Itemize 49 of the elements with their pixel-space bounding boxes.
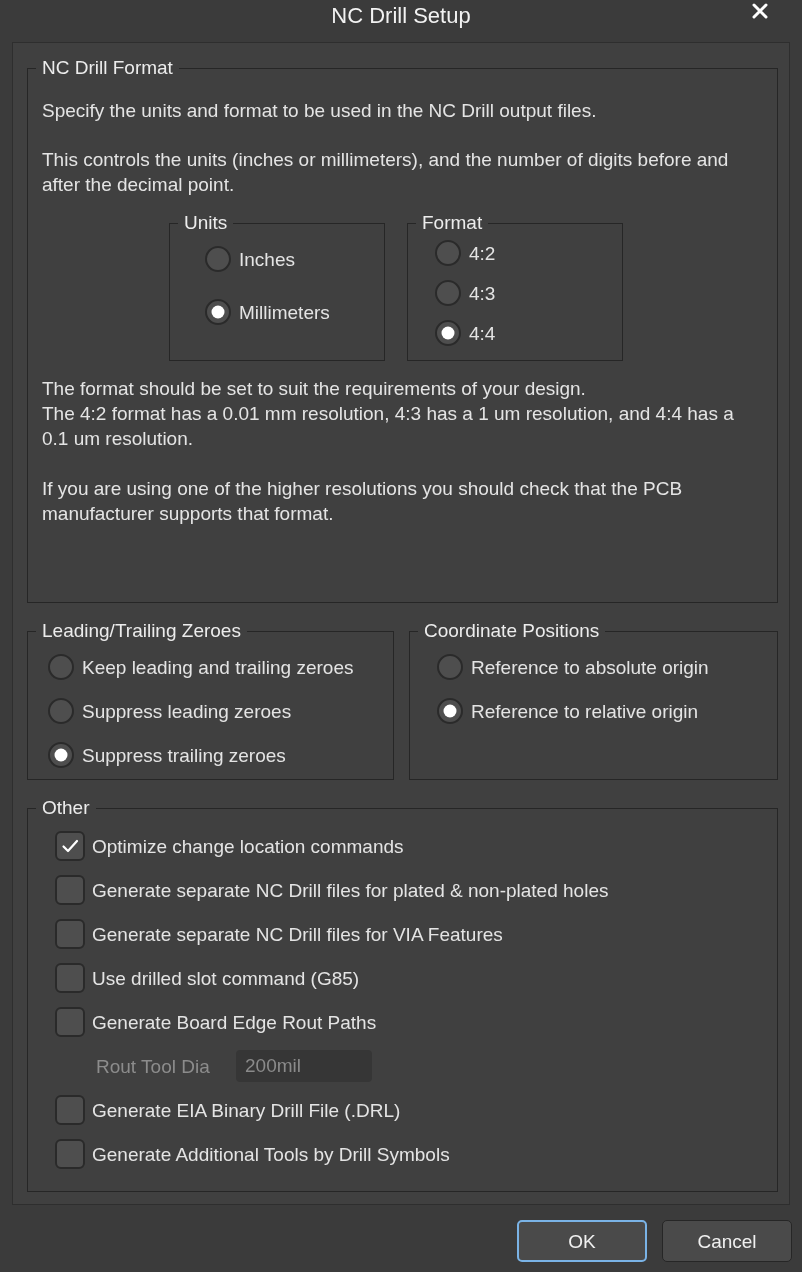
radio-button[interactable] xyxy=(48,654,74,680)
checkbox-label[interactable]: Generate separate NC Drill files for VIA Features xyxy=(92,921,503,947)
description-text: Specify the units and format to be used in the NC Drill output files. xyxy=(42,99,598,123)
group-title: Other xyxy=(41,797,91,819)
checkbox[interactable] xyxy=(55,963,85,993)
checkbox[interactable] xyxy=(55,1139,85,1169)
window-title: NC Drill Setup xyxy=(331,2,471,30)
radio-label[interactable]: Reference to absolute origin xyxy=(471,654,709,680)
radio-label[interactable]: 4:4 xyxy=(469,320,496,346)
checkbox[interactable] xyxy=(55,1007,85,1037)
radio-button[interactable] xyxy=(435,240,461,266)
group-title: Format xyxy=(421,212,484,234)
checkbox-label[interactable]: Use drilled slot command (G85) xyxy=(92,965,360,991)
checkbox-label[interactable]: Generate Additional Tools by Drill Symbols xyxy=(92,1141,450,1167)
radio-label[interactable]: Suppress trailing zeroes xyxy=(82,742,286,768)
checkbox-label[interactable]: Generate EIA Binary Drill File (.DRL) xyxy=(92,1097,401,1123)
close-icon[interactable] xyxy=(752,3,768,19)
description-text: This controls the units (inches or millimeters), and the number of digits before and after the decimal point. xyxy=(42,148,730,197)
radio-label[interactable]: Keep leading and trailing zeroes xyxy=(82,654,354,680)
field-label: Rout Tool Dia xyxy=(96,1054,211,1079)
radio-label[interactable]: Suppress leading zeroes xyxy=(82,698,292,724)
radio-button[interactable] xyxy=(435,320,461,346)
radio-label[interactable]: 4:3 xyxy=(469,280,496,306)
group-title: Leading/Trailing Zeroes xyxy=(41,620,242,642)
description-text: If you are using one of the higher resolutions you should check that the PCB manufacturer supports that format. xyxy=(42,477,684,526)
checkbox-label[interactable]: Optimize change location commands xyxy=(92,833,404,859)
ok-button[interactable]: OK xyxy=(517,1220,647,1262)
radio-button[interactable] xyxy=(205,299,231,325)
checkbox-label[interactable]: Generate separate NC Drill files for plated & non-plated holes xyxy=(92,877,609,903)
checkbox[interactable] xyxy=(55,1095,85,1125)
checkbox[interactable] xyxy=(55,831,85,861)
radio-button[interactable] xyxy=(437,698,463,724)
radio-button[interactable] xyxy=(48,698,74,724)
group-title: NC Drill Format xyxy=(41,57,174,79)
description-text: The format should be set to suit the requirements of your design. The 4:2 format has a 0.01 mm resolution, 4:3 has a 1 um resolution, and 4:4 has a 0.1 um resolution. xyxy=(42,377,735,451)
radio-button[interactable] xyxy=(437,654,463,680)
checkbox[interactable] xyxy=(55,875,85,905)
radio-button[interactable] xyxy=(435,280,461,306)
cancel-button[interactable]: Cancel xyxy=(662,1220,792,1262)
group-title: Units xyxy=(183,212,229,234)
radio-button[interactable] xyxy=(48,742,74,768)
checkbox[interactable] xyxy=(55,919,85,949)
checkbox-label[interactable]: Generate Board Edge Rout Paths xyxy=(92,1009,377,1035)
radio-label[interactable]: 4:2 xyxy=(469,240,496,266)
radio-label[interactable]: Inches xyxy=(239,246,295,272)
radio-button[interactable] xyxy=(205,246,231,272)
radio-label[interactable]: Millimeters xyxy=(239,299,330,325)
radio-label[interactable]: Reference to relative origin xyxy=(471,698,699,724)
group-title: Coordinate Positions xyxy=(423,620,601,642)
